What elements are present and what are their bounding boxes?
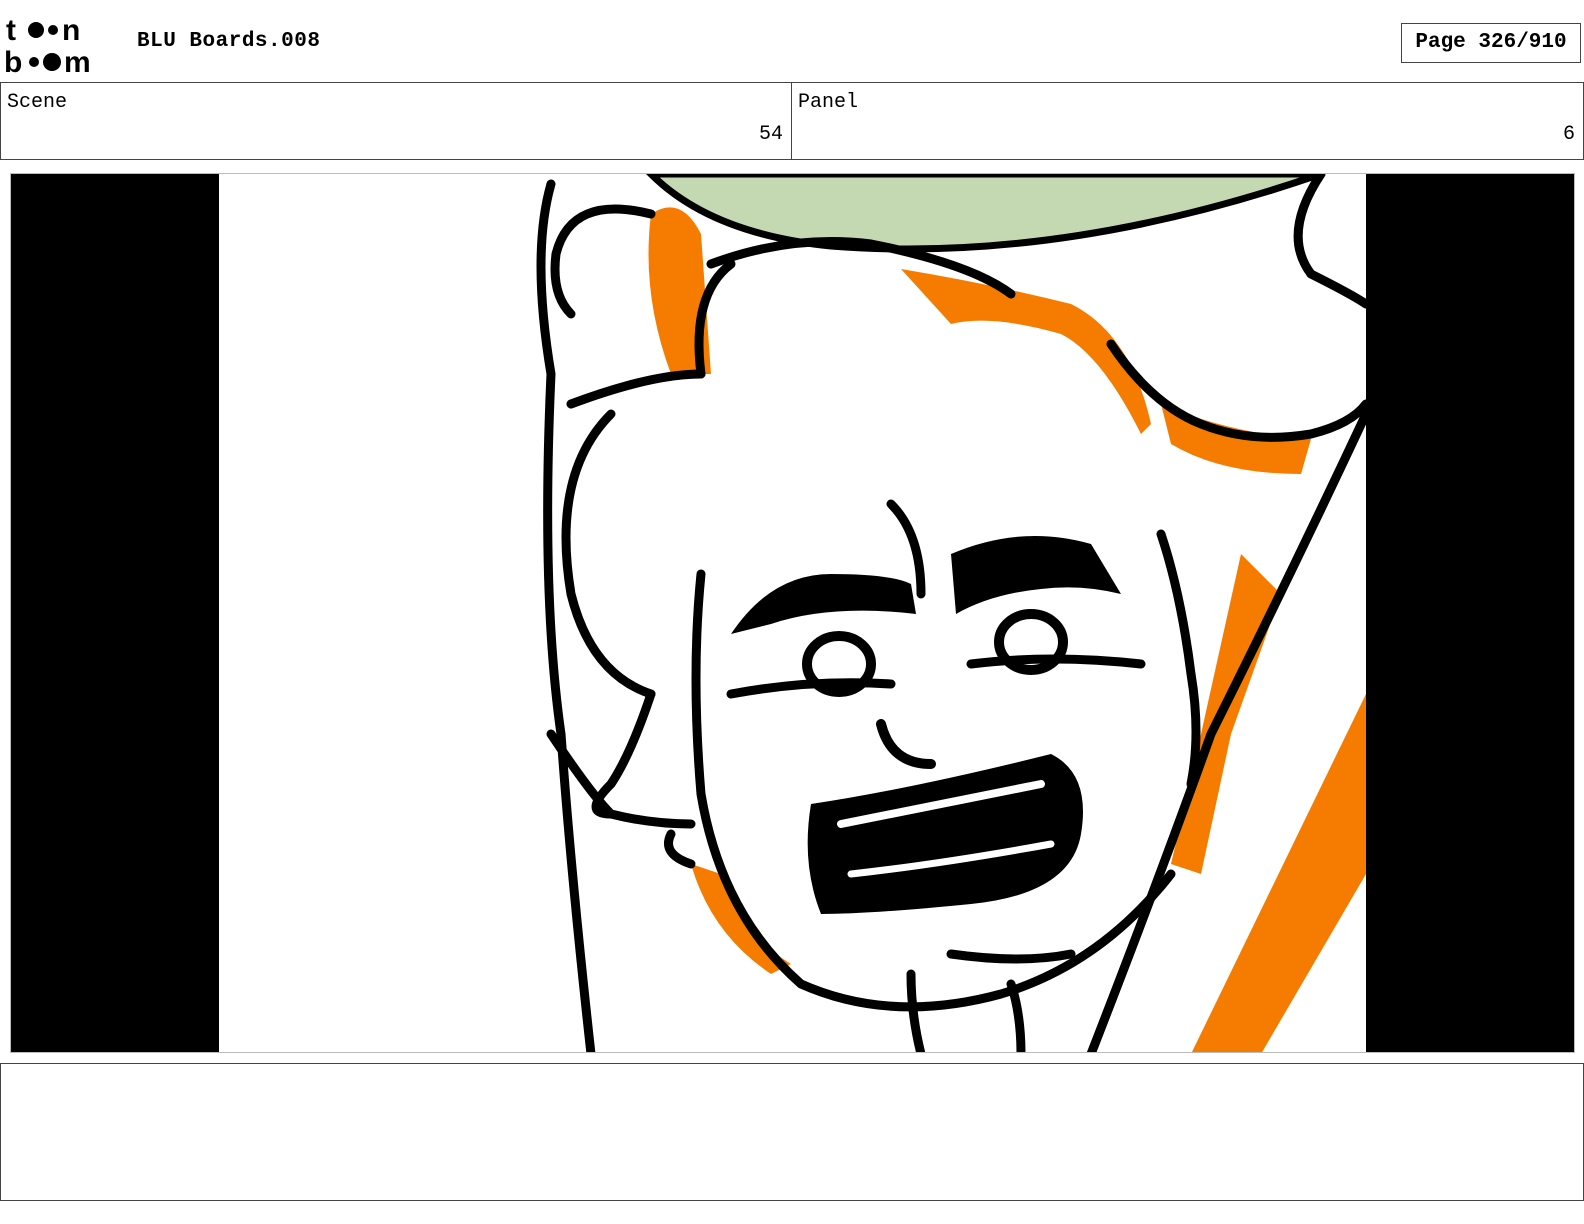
svg-text:b: b: [4, 46, 22, 76]
storyboard-drawing: [11, 174, 1574, 1052]
panel-notes-area: [0, 1063, 1584, 1201]
panel-value: 6: [1562, 123, 1575, 146]
scene-panel-row: Scene 54 Panel 6: [0, 82, 1584, 160]
page-number-box: Page 326/910: [1401, 23, 1581, 63]
svg-text:n: n: [62, 14, 80, 47]
scene-value: 54: [758, 123, 783, 146]
document-title: BLU Boards.008: [137, 30, 321, 53]
storyboard-frame: [10, 173, 1575, 1053]
scene-cell: Scene 54: [0, 83, 792, 159]
left-letterbox-bar: [11, 174, 219, 1052]
panel-label: Panel: [798, 91, 859, 114]
right-letterbox-bar: [1366, 174, 1574, 1052]
svg-text:m: m: [64, 46, 91, 76]
panel-cell: Panel 6: [792, 83, 1584, 159]
scene-label: Scene: [7, 91, 68, 114]
page-header: t n b m BLU Boards.008 Page 326/910: [0, 0, 1584, 82]
svg-text:t: t: [6, 14, 16, 47]
toonboom-logo: t n b m: [4, 14, 91, 76]
